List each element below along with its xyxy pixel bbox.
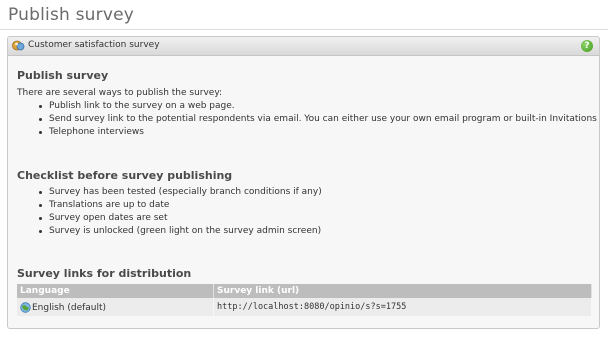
list-item: Translations are up to date <box>17 199 322 212</box>
links-heading: Survey links for distribution <box>17 267 192 280</box>
page-title: Publish survey <box>8 5 135 25</box>
survey-panel: Customer satisfaction survey ? Publish s… <box>7 36 600 329</box>
survey-links-table: Language Survey link (url) English (defa… <box>17 284 592 316</box>
table-header-row: Language Survey link (url) <box>17 284 592 298</box>
globe-icon <box>20 301 31 313</box>
list-item: Publish link to the survey on a web page… <box>17 100 599 113</box>
list-item: Survey has been tested (especially branc… <box>17 186 322 199</box>
help-icon[interactable]: ? <box>581 40 593 52</box>
panel-header: Customer satisfaction survey ? <box>8 37 599 56</box>
language-cell: English (default) <box>17 298 214 316</box>
language-label: English (default) <box>32 302 107 313</box>
title-divider <box>0 29 608 30</box>
survey-url-cell[interactable]: http://localhost:8080/opinio/s?s=1755 <box>213 298 592 316</box>
survey-icon <box>12 40 25 51</box>
list-item: Send survey link to the potential respon… <box>17 113 599 126</box>
panel-title: Customer satisfaction survey <box>28 40 160 50</box>
column-header-url: Survey link (url) <box>213 284 592 298</box>
publish-heading: Publish survey <box>17 69 109 82</box>
list-item: Survey open dates are set <box>17 212 322 225</box>
checklist-list: Survey has been tested (especially branc… <box>17 186 322 238</box>
publish-intro: There are several ways to publish the su… <box>17 88 223 98</box>
checklist-heading: Checklist before survey publishing <box>17 169 233 182</box>
table-row: English (default) http://localhost:8080/… <box>17 298 592 316</box>
column-header-language: Language <box>17 284 214 298</box>
list-item: Telephone interviews <box>17 126 599 139</box>
publish-list: Publish link to the survey on a web page… <box>17 100 599 139</box>
list-item: Survey is unlocked (green light on the s… <box>17 225 322 238</box>
